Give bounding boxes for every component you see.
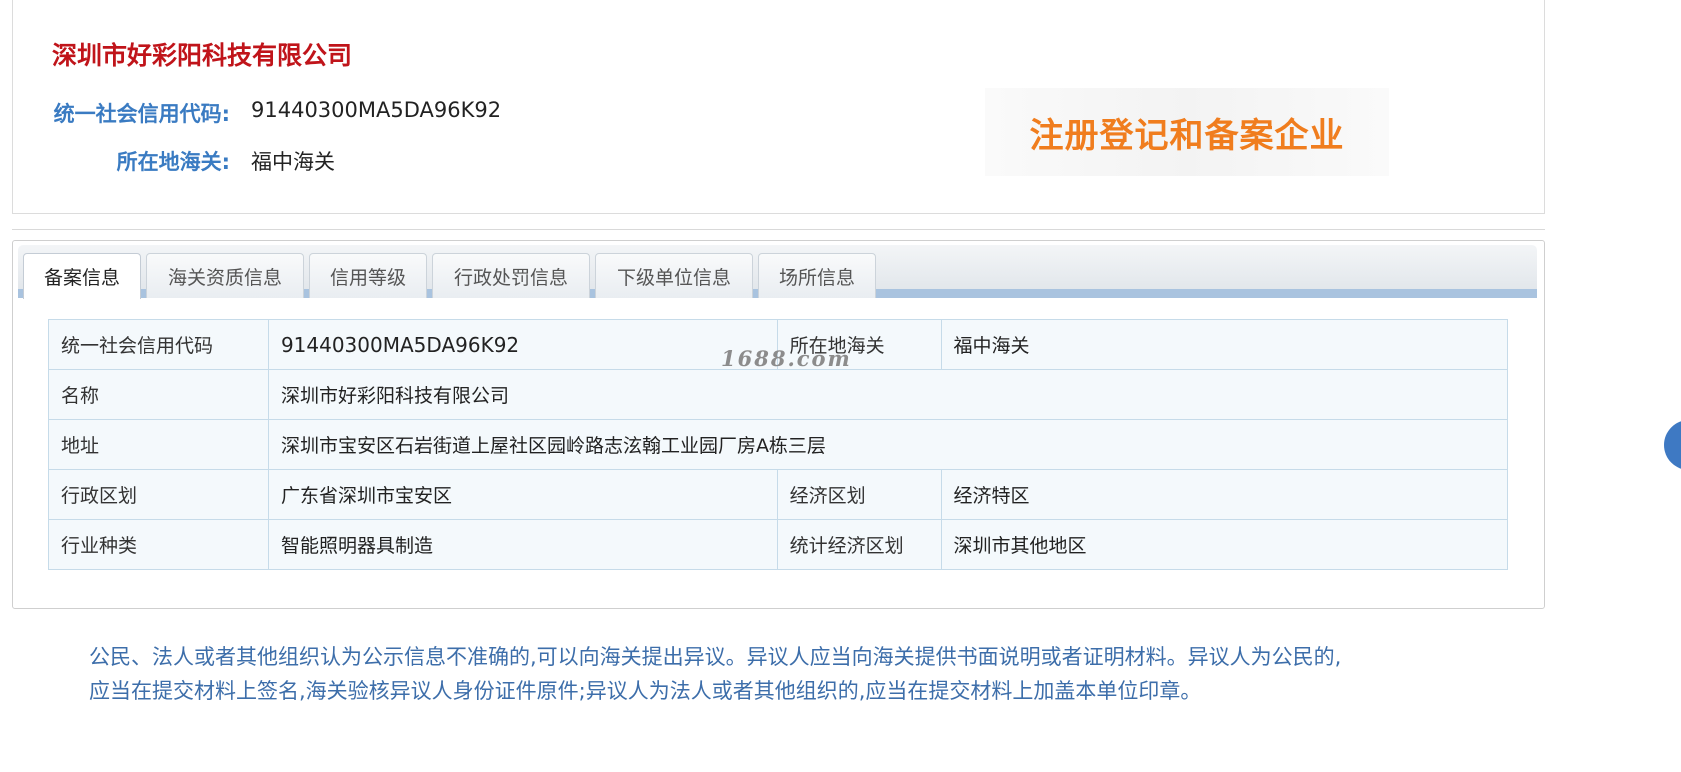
table-row: 行业种类 智能照明器具制造 统计经济区划 深圳市其他地区 [48,519,1509,570]
objection-notice: 公民、法人或者其他组织认为公示信息不准确的,可以向海关提出异议。异议人应当向海关… [89,640,1489,708]
tab-bar: 备案信息 海关资质信息 信用等级 行政处罚信息 下级单位信息 场所信息 [18,245,1537,299]
tab-subordinate-units[interactable]: 下级单位信息 [595,253,753,298]
detail-panel: 备案信息 海关资质信息 信用等级 行政处罚信息 下级单位信息 场所信息 统一社会… [12,240,1545,609]
credit-code-label: 统一社会信用代码: [53,102,230,126]
customs-value: 福中海关 [251,150,335,174]
table-value-cell: 深圳市其他地区 [940,519,1509,570]
table-key-cell: 行政区划 [48,469,269,520]
registration-badge-text: 注册登记和备案企业 [1029,115,1345,156]
tab-premises-info[interactable]: 场所信息 [758,253,876,298]
table-value-cell: 广东省深圳市宝安区 [267,469,778,520]
company-header-panel: 深圳市好彩阳科技有限公司 统一社会信用代码: 91440300MA5DA96K9… [12,0,1545,214]
customs-label: 所在地海关: [116,150,230,174]
table-key-cell: 地址 [48,419,269,470]
company-name: 深圳市好彩阳科技有限公司 [52,41,353,70]
table-row: 地址 深圳市宝安区石岩街道上屋社区园岭路志泫翰工业园厂房A栋三层 [48,419,1509,470]
notice-line: 应当在提交材料上签名,海关验核异议人身份证件原件;异议人为法人或者其他组织的,应… [89,679,1202,703]
notice-line: 公民、法人或者其他组织认为公示信息不准确的,可以向海关提出异议。异议人应当向海关… [89,645,1342,669]
credit-code-value: 91440300MA5DA96K92 [251,98,502,122]
registration-badge: 注册登记和备案企业 [985,88,1389,176]
table-row: 行政区划 广东省深圳市宝安区 经济区划 经济特区 [48,469,1509,520]
table-key-cell: 经济区划 [776,469,942,520]
table-value-cell: 91440300MA5DA96K92 [267,319,778,370]
tab-credit-rating[interactable]: 信用等级 [309,253,427,298]
tab-filing-info[interactable]: 备案信息 [23,253,141,299]
table-key-cell: 名称 [48,369,269,420]
table-value-cell: 经济特区 [940,469,1509,520]
table-key-cell: 统一社会信用代码 [48,319,269,370]
tab-customs-qualification[interactable]: 海关资质信息 [146,253,304,298]
table-key-cell: 统计经济区划 [776,519,942,570]
section-divider [12,229,1545,230]
table-value-cell: 深圳市好彩阳科技有限公司 [267,369,1509,420]
tab-administrative-penalty[interactable]: 行政处罚信息 [432,253,590,298]
table-value-cell: 福中海关 [940,319,1509,370]
table-value-cell: 深圳市宝安区石岩街道上屋社区园岭路志泫翰工业园厂房A栋三层 [267,419,1509,470]
table-key-cell: 行业种类 [48,519,269,570]
table-value-cell: 智能照明器具制造 [267,519,778,570]
watermark-logo: 1688.com [721,346,852,371]
floating-side-button[interactable] [1664,420,1681,470]
table-row: 名称 深圳市好彩阳科技有限公司 [48,369,1509,420]
